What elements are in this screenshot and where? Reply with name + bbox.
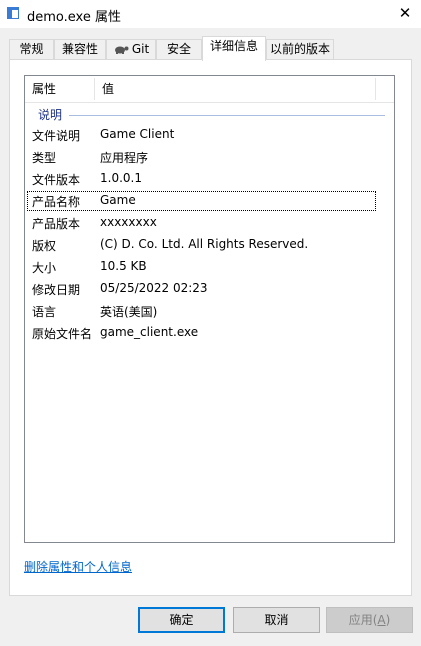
property-name: 大小 xyxy=(32,261,57,275)
property-name: 版权 xyxy=(32,239,57,253)
apply-label-suffix: ) xyxy=(385,613,391,627)
group-divider xyxy=(69,115,385,116)
window-title: demo.exe 属性 xyxy=(27,10,121,25)
property-name: 类型 xyxy=(32,151,57,165)
app-window-icon xyxy=(7,7,19,19)
property-name: 语言 xyxy=(32,305,57,319)
property-name: 文件版本 xyxy=(32,173,81,187)
column-header-value[interactable]: 值 xyxy=(95,76,375,102)
property-name: 文件说明 xyxy=(32,129,81,143)
tab-compatibility[interactable]: 兼容性 xyxy=(54,39,106,59)
property-name: 原始文件名 xyxy=(32,327,93,341)
list-row[interactable]: 版权 (C) D. Co. Ltd. All Rights Reserved. xyxy=(27,235,376,255)
tab-git[interactable]: Git xyxy=(106,39,156,59)
apply-button[interactable]: 应用(A) xyxy=(326,607,413,633)
property-value: Game Client xyxy=(100,127,175,141)
tab-label: 以前的版本 xyxy=(269,42,330,56)
remove-properties-link[interactable]: 删除属性和个人信息 xyxy=(24,558,132,575)
list-row[interactable]: 语言 英语(美国) xyxy=(27,301,376,321)
tab-label: Git xyxy=(131,42,150,56)
list-row[interactable]: 原始文件名 game_client.exe xyxy=(27,323,376,343)
group-label: 说明 xyxy=(38,108,63,122)
property-value: 应用程序 xyxy=(100,151,149,165)
list-row[interactable]: 大小 10.5 KB xyxy=(27,257,376,277)
tab-label: 常规 xyxy=(19,42,44,56)
list-row[interactable]: 产品版本 xxxxxxxx xyxy=(27,213,376,233)
tab-security[interactable]: 安全 xyxy=(156,39,202,59)
properties-dialog: demo.exe 属性 ✕ 常规 兼容性 Git 安全 详细信息 以前的版本 属… xyxy=(0,0,421,646)
apply-label-prefix: 应用( xyxy=(348,613,378,627)
tab-label: 兼容性 xyxy=(61,42,98,56)
property-list[interactable]: 属性 值 说明 文件说明 Game Client 类型 应用程序 文件版本 1.… xyxy=(24,75,395,543)
property-value: (C) D. Co. Ltd. All Rights Reserved. xyxy=(100,237,309,251)
tab-previous-versions[interactable]: 以前的版本 xyxy=(266,39,334,59)
property-value: 1.0.0.1 xyxy=(100,171,142,185)
property-value: game_client.exe xyxy=(100,325,199,339)
list-row[interactable]: 文件版本 1.0.0.1 xyxy=(27,169,376,189)
title-bar: demo.exe 属性 ✕ xyxy=(0,0,421,28)
property-value: 05/25/2022 02:23 xyxy=(100,281,208,295)
tab-details[interactable]: 详细信息 xyxy=(202,36,266,61)
cancel-button[interactable]: 取消 xyxy=(233,607,320,633)
property-value: 英语(美国) xyxy=(100,305,158,319)
tortoise-git-icon xyxy=(114,46,129,54)
property-name: 产品版本 xyxy=(32,217,81,231)
list-header: 属性 值 xyxy=(25,76,394,103)
property-value: xxxxxxxx xyxy=(100,215,157,229)
column-header-property[interactable]: 属性 xyxy=(25,76,95,102)
property-value: Game xyxy=(100,193,136,207)
property-name: 产品名称 xyxy=(32,195,81,209)
tab-label: 详细信息 xyxy=(209,39,258,53)
property-name: 修改日期 xyxy=(32,283,81,297)
close-icon[interactable]: ✕ xyxy=(392,2,418,24)
apply-accelerator-key: A xyxy=(377,613,386,627)
list-row-focused[interactable]: 产品名称 Game xyxy=(27,191,376,211)
column-divider[interactable] xyxy=(375,78,376,100)
property-value: 10.5 KB xyxy=(100,259,147,273)
group-header-description[interactable]: 说明 xyxy=(31,104,385,124)
tab-general[interactable]: 常规 xyxy=(9,39,54,59)
list-row[interactable]: 修改日期 05/25/2022 02:23 xyxy=(27,279,376,299)
list-row[interactable]: 类型 应用程序 xyxy=(27,147,376,167)
ok-button[interactable]: 确定 xyxy=(138,607,225,633)
tab-label: 安全 xyxy=(166,42,191,56)
list-row[interactable]: 文件说明 Game Client xyxy=(27,125,376,145)
